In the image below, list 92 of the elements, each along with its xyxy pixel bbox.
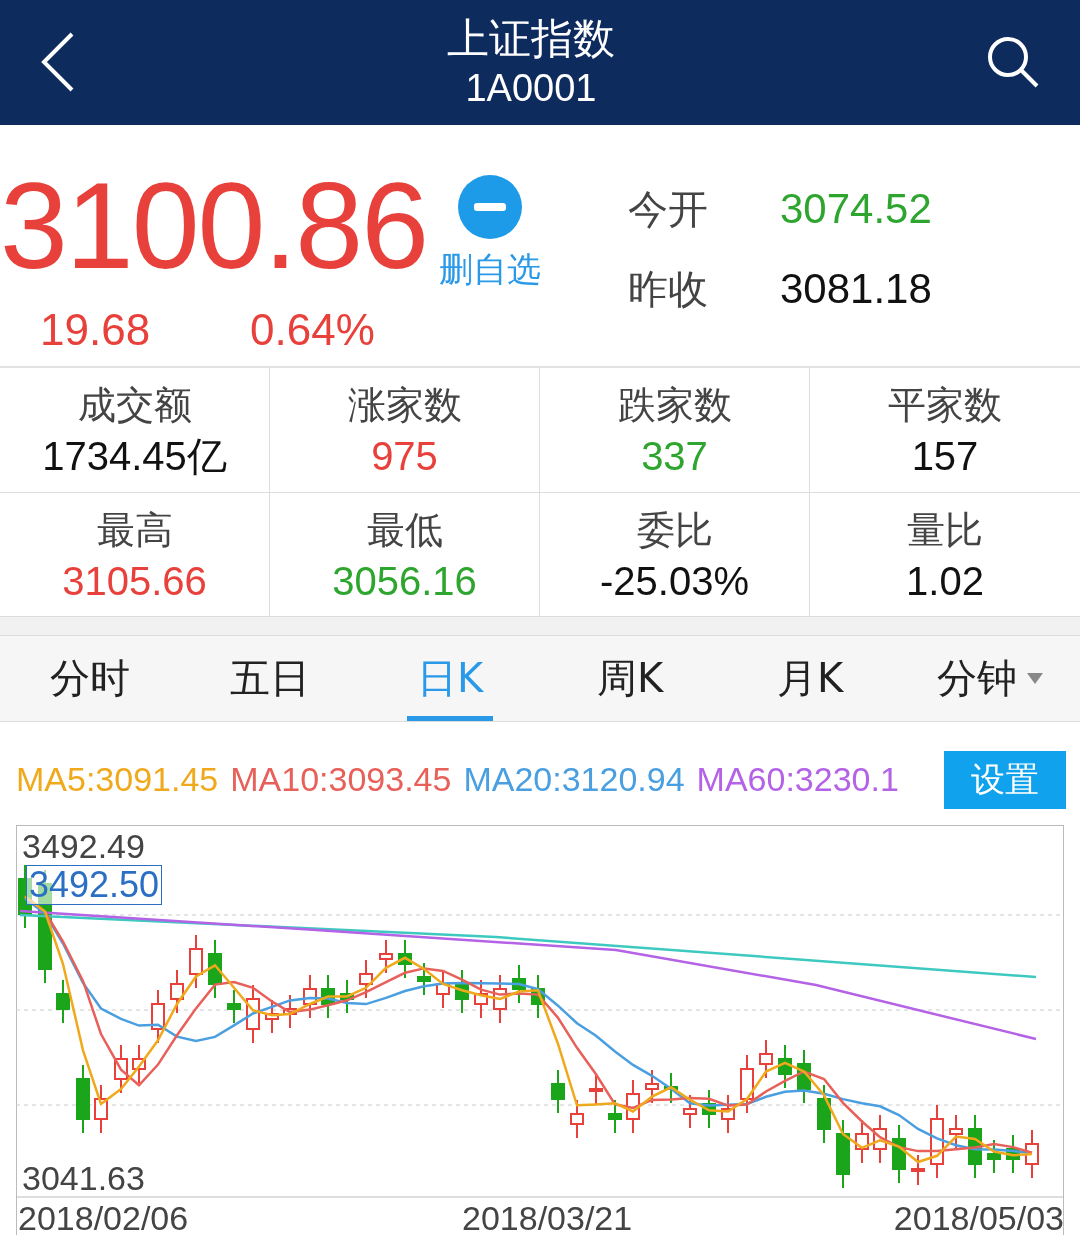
candlestick [531, 974, 545, 1020]
moving-average-label: MA5:3091.45 [16, 760, 219, 800]
candlestick [987, 1139, 1001, 1175]
candlestick [911, 1154, 925, 1187]
moving-average-label: MA10:3093.45 [230, 760, 452, 800]
stat-label: 量比 [907, 506, 983, 554]
stat-value: 337 [641, 433, 708, 481]
stat-label: 委比 [636, 506, 713, 554]
chart-tab[interactable]: 周K [540, 636, 720, 722]
candlestick [170, 969, 184, 1015]
price-change: 19.68 [40, 304, 151, 355]
crosshair-price-label: 3492.50 [26, 865, 163, 906]
candlestick [151, 989, 165, 1045]
candlestick [321, 974, 335, 1020]
candlestick [189, 934, 203, 990]
search-icon[interactable] [986, 35, 1040, 90]
candlestick [283, 994, 297, 1030]
candlestick [56, 979, 70, 1025]
candlestick [417, 962, 431, 997]
candlestick [474, 979, 488, 1020]
back-icon[interactable] [40, 32, 76, 93]
candlestick [227, 989, 241, 1025]
candlestick [873, 1114, 887, 1165]
field-label: 今开 [627, 184, 709, 234]
current-price: 3100.86 [0, 156, 427, 296]
chart-tab[interactable]: 月K [720, 636, 900, 722]
chart-tab[interactable]: 分钟 [900, 636, 1080, 722]
candlestick [740, 1054, 754, 1115]
stat-value: 3056.16 [332, 557, 477, 605]
stat-label: 成交额 [77, 382, 192, 430]
candlestick [359, 959, 373, 1000]
candlestick [18, 864, 32, 930]
candlestick [132, 1044, 146, 1085]
candlestick [455, 969, 469, 1015]
field-value: 3081.18 [780, 263, 933, 314]
candlestick [94, 1084, 108, 1135]
high-price-label: 3492.49 [22, 829, 145, 864]
candlestick [608, 1099, 622, 1135]
candlestick [968, 1114, 982, 1180]
candlestick [1006, 1134, 1020, 1175]
remove-icon[interactable] [458, 174, 522, 239]
candlestick [398, 939, 412, 980]
candlestick [303, 974, 317, 1020]
candlestick [892, 1124, 906, 1185]
candlestick [949, 1114, 963, 1150]
chart-tab[interactable]: 五日 [180, 636, 360, 722]
stat-label: 跌家数 [617, 382, 732, 430]
price-change-percent: 0.64% [250, 304, 375, 355]
candlestick [626, 1079, 640, 1135]
candlestick [702, 1089, 716, 1130]
candlestick [817, 1084, 831, 1145]
candlestick [551, 1069, 565, 1115]
candlestick [683, 1094, 697, 1130]
low-price-label: 3041.63 [22, 1161, 145, 1196]
candlestick [759, 1039, 773, 1080]
stat-value: 1.02 [906, 557, 984, 605]
candlestick [208, 939, 222, 1000]
candlestick [645, 1069, 659, 1105]
candlestick [493, 974, 507, 1025]
candlestick [436, 969, 450, 1010]
candlestick [797, 1049, 811, 1105]
candlestick [1025, 1129, 1039, 1180]
candlestick [778, 1044, 792, 1090]
stat-value: 1734.45亿 [42, 433, 227, 481]
moving-average-label: MA20:3120.94 [463, 760, 685, 800]
stat-value: 3105.66 [62, 557, 207, 605]
candlestick [512, 964, 526, 1005]
stat-value: 157 [911, 433, 979, 481]
date-label: 2018/05/03 [893, 1201, 1064, 1235]
candlestick [570, 1099, 584, 1140]
field-label: 昨收 [627, 264, 709, 314]
candlestick [379, 939, 393, 975]
candlestick [721, 1094, 735, 1135]
candlestick [246, 984, 260, 1045]
chart-tab[interactable]: 分时 [0, 636, 180, 722]
stat-label: 涨家数 [347, 382, 462, 430]
index-title: 上证指数 [447, 13, 615, 66]
stat-value: 975 [371, 433, 438, 481]
stat-label: 平家数 [888, 382, 1002, 430]
stat-label: 最高 [96, 506, 173, 554]
stat-value: -25.03% [600, 557, 749, 605]
candlestick [836, 1119, 850, 1190]
stat-label: 最低 [366, 506, 443, 554]
field-value: 3074.52 [780, 183, 933, 234]
moving-average-label: MA60:3230.1 [696, 760, 899, 800]
candlestick [114, 1044, 128, 1095]
date-label: 2018/02/06 [18, 1201, 189, 1235]
candlestick [340, 979, 354, 1015]
index-code: 1A0001 [465, 66, 597, 112]
candlestick [664, 1072, 678, 1105]
candlestick [76, 1064, 90, 1135]
date-label: 2018/03/21 [462, 1201, 633, 1235]
